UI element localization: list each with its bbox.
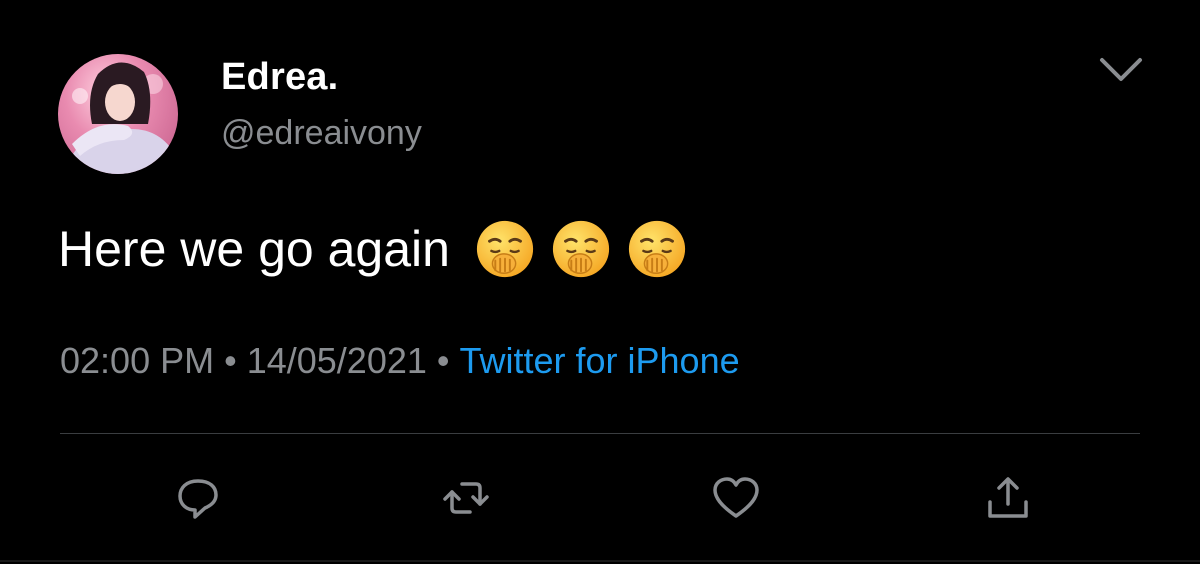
reply-button[interactable] (172, 472, 224, 524)
tweet-card: Edrea. @edreaivony Here we go again 02:0… (0, 0, 1200, 564)
yawning-face-icon (628, 220, 686, 278)
tweet-source-link[interactable]: Twitter for iPhone (460, 340, 740, 381)
tweet-meta: 02:00 PM • 14/05/2021 • Twitter for iPhone (60, 340, 740, 382)
reply-icon (178, 479, 218, 519)
heart-icon (713, 477, 759, 518)
display-name[interactable]: Edrea. (221, 56, 338, 99)
user-handle[interactable]: @edreaivony (221, 114, 422, 153)
more-options-button[interactable] (1096, 52, 1146, 86)
tweet-body: Here we go again (58, 221, 450, 277)
share-icon (988, 477, 1028, 518)
avatar[interactable] (58, 44, 178, 184)
retweet-button[interactable] (440, 472, 492, 524)
emoji-group (474, 218, 688, 280)
retweet-icon (443, 482, 489, 514)
share-button[interactable] (982, 472, 1034, 524)
chevron-down-icon (1100, 58, 1142, 81)
avatar-image (58, 54, 178, 174)
yawning-face-icon (552, 220, 610, 278)
bottom-border (0, 560, 1200, 562)
like-button[interactable] (710, 472, 762, 524)
yawning-face-icon (476, 220, 534, 278)
tweet-date: 14/05/2021 (246, 340, 427, 381)
divider (60, 433, 1140, 434)
meta-separator: • (436, 340, 450, 381)
tweet-text: Here we go again (58, 218, 688, 280)
tweet-time: 02:00 PM (60, 340, 215, 381)
meta-separator: • (224, 340, 237, 381)
